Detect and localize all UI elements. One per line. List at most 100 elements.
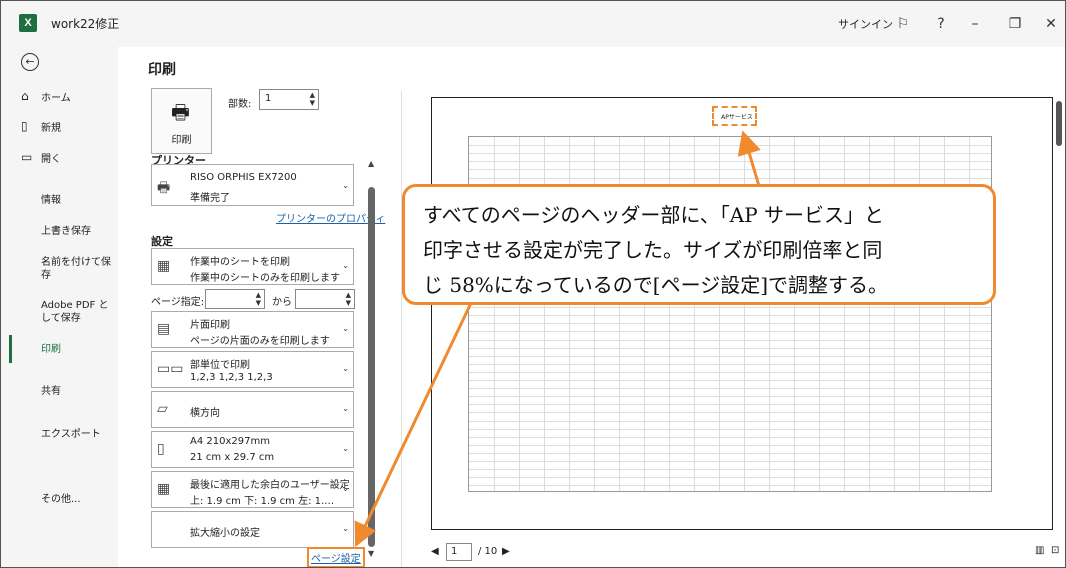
sidebar-item-save[interactable]: 上書き保存 — [41, 225, 113, 238]
sidebar-item-save-as[interactable]: 名前を付けて保存 — [41, 256, 113, 282]
margins-desc: 上: 1.9 cm 下: 1.9 cm 左: 1.… — [190, 496, 335, 507]
scaling-value: 拡大縮小の設定 — [190, 528, 260, 539]
sidebar-item-label: ホーム — [41, 93, 71, 104]
printer-name: RISO ORPHIS EX7200 — [190, 172, 297, 183]
instruction-callout: すべてのページのヘッダー部に、「AP サービス」と 印字させる設定が完了した。サ… — [402, 184, 996, 305]
one-sided-icon: ▤ — [157, 321, 171, 337]
orientation-dropdown[interactable]: ▱ 横方向 ⌄ — [151, 391, 354, 428]
sheet-row-line — [469, 461, 991, 462]
settings-scrollbar[interactable] — [368, 157, 376, 557]
sidebar-item-info[interactable]: 情報 — [41, 194, 113, 207]
new-doc-icon: ▯ — [21, 119, 28, 133]
sheet-row-line — [469, 307, 991, 309]
sheet-row-line — [469, 323, 991, 325]
margins-icon: ▦ — [157, 481, 171, 497]
sidebar-item-new[interactable]: ▯ 新規 — [1, 119, 118, 137]
paper-icon: ▯ — [157, 441, 165, 457]
sidebar-item-adobe-pdf[interactable]: Adobe PDF として保存 — [41, 299, 113, 325]
selected-indicator — [9, 335, 12, 363]
sheet-row-line — [469, 145, 991, 147]
paper-size-dropdown[interactable]: ▯ A4 210x297mm 21 cm x 29.7 cm ⌄ — [151, 431, 354, 468]
margins-dropdown[interactable]: ▦ 最後に適用した余白のユーザー設定 上: 1.9 cm 下: 1.9 cm 左… — [151, 471, 354, 508]
sheet-row-line — [469, 177, 991, 179]
sheet-grid-icon: ▦ — [157, 258, 171, 274]
scroll-down-icon[interactable]: ▼ — [368, 549, 374, 558]
sheet-row-line — [469, 452, 991, 454]
sheet-row-line — [469, 436, 991, 438]
sheet-row-line — [469, 444, 991, 446]
home-icon: ⌂ — [21, 89, 29, 103]
sheet-row-line — [469, 363, 991, 365]
print-preview: APサービス — [431, 97, 1053, 530]
sidebar-item-export[interactable]: エクスポート — [41, 428, 113, 441]
sheet-row-line — [469, 339, 991, 341]
sidebar-item-label: 開く — [41, 154, 61, 165]
sheet-row-line — [469, 371, 991, 373]
copies-input[interactable]: 1 ▲ ▼ — [259, 89, 319, 110]
back-arrow-icon[interactable]: ← — [21, 53, 39, 71]
signin-button[interactable]: サインイン — [838, 16, 893, 32]
sided-title: 片面印刷 — [190, 320, 230, 331]
print-what-desc: 作業中のシートのみを印刷します — [190, 273, 340, 284]
zoom-to-page-icon[interactable]: ⊡ — [1051, 545, 1059, 556]
collate-dropdown[interactable]: ▭▭ 部単位で印刷 1,2,3 1,2,3 1,2,3 ⌄ — [151, 351, 354, 388]
print-button[interactable]: 🖶 印刷 — [151, 88, 212, 154]
scrollbar-thumb[interactable] — [1056, 101, 1062, 146]
close-icon[interactable]: ✕ — [1040, 13, 1062, 35]
settings-section-title: 設定 — [151, 235, 173, 248]
pages-label: ページ指定: — [151, 297, 205, 308]
help-icon[interactable]: ? — [930, 13, 952, 35]
feedback-icon[interactable]: ⚐ — [892, 13, 914, 35]
sheet-row-line — [469, 169, 991, 171]
sheet-row-line — [469, 380, 991, 381]
print-what-dropdown[interactable]: ▦ 作業中のシートを印刷 作業中のシートのみを印刷します ⌄ — [151, 248, 354, 285]
landscape-icon: ▱ — [157, 401, 168, 417]
sided-desc: ページの片面のみを印刷します — [190, 336, 330, 347]
pages-to-input[interactable]: ▲ ▼ — [295, 289, 355, 309]
callout-line-2: 印字させる設定が完了した。サイズが印刷倍率と同 — [423, 238, 883, 262]
minimize-icon[interactable]: – — [964, 13, 986, 35]
sheet-row-line — [469, 347, 991, 349]
sided-dropdown[interactable]: ▤ 片面印刷 ページの片面のみを印刷します ⌄ — [151, 311, 354, 348]
sheet-row-line — [469, 355, 991, 357]
chevron-down-icon: ⌄ — [342, 404, 349, 413]
pages-from-input[interactable]: ▲ ▼ — [205, 289, 265, 309]
copies-value: 1 — [265, 93, 272, 104]
next-page-icon[interactable]: ▶ — [502, 546, 510, 557]
excel-logo-icon: X — [19, 14, 37, 32]
page-title: 印刷 — [148, 62, 176, 78]
preview-page: APサービス — [431, 97, 1053, 530]
chevron-down-icon: ⌄ — [342, 444, 349, 453]
page-setup-link[interactable]: ページ設定 — [307, 547, 365, 567]
sheet-row-line — [469, 428, 991, 430]
sidebar-item-more[interactable]: その他... — [41, 493, 113, 506]
callout-line-1: すべてのページのヘッダー部に、「AP サービス」と — [423, 203, 885, 227]
callout-line-3: じ 58%になっているので[ページ設定]で調整する。 — [423, 273, 889, 297]
printer-status: 準備完了 — [190, 193, 230, 204]
sidebar-item-open[interactable]: ▭ 開く — [1, 150, 118, 168]
prev-page-icon[interactable]: ◀ — [431, 546, 439, 557]
print-what-title: 作業中のシートを印刷 — [190, 257, 290, 268]
collate-icon: ▭▭ — [157, 361, 184, 377]
spinner-icon[interactable]: ▲ ▼ — [256, 291, 261, 307]
page-number-input[interactable]: 1 — [446, 543, 472, 561]
orientation-value: 横方向 — [190, 408, 220, 419]
preview-scrollbar[interactable] — [1055, 97, 1063, 530]
sidebar-item-print[interactable]: 印刷 — [41, 343, 113, 356]
scrollbar-thumb[interactable] — [368, 187, 375, 547]
spinner-icon[interactable]: ▲ ▼ — [310, 91, 315, 107]
printer-device-icon: 🖶 — [157, 180, 171, 196]
chevron-down-icon: ⌄ — [342, 261, 349, 270]
restore-icon[interactable]: ❐ — [1004, 13, 1026, 35]
backstage-sidebar: ← ⌂ ホーム ▯ 新規 ▭ 開く 情報 上書き保存 名前を付けて保存 Adob… — [1, 47, 118, 567]
sheet-row-line — [469, 388, 991, 390]
spinner-icon[interactable]: ▲ ▼ — [346, 291, 351, 307]
sidebar-item-share[interactable]: 共有 — [41, 385, 113, 398]
printer-dropdown[interactable]: 🖶 RISO ORPHIS EX7200 準備完了 ⌄ — [151, 164, 354, 206]
copies-label: 部数: — [228, 99, 252, 110]
page-total: / 10 — [478, 546, 498, 557]
print-button-label: 印刷 — [171, 135, 192, 146]
sidebar-item-home[interactable]: ⌂ ホーム — [1, 89, 118, 107]
show-margins-icon[interactable]: ▥ — [1035, 545, 1044, 556]
scaling-dropdown[interactable]: 拡大縮小の設定 ⌄ — [151, 511, 354, 548]
